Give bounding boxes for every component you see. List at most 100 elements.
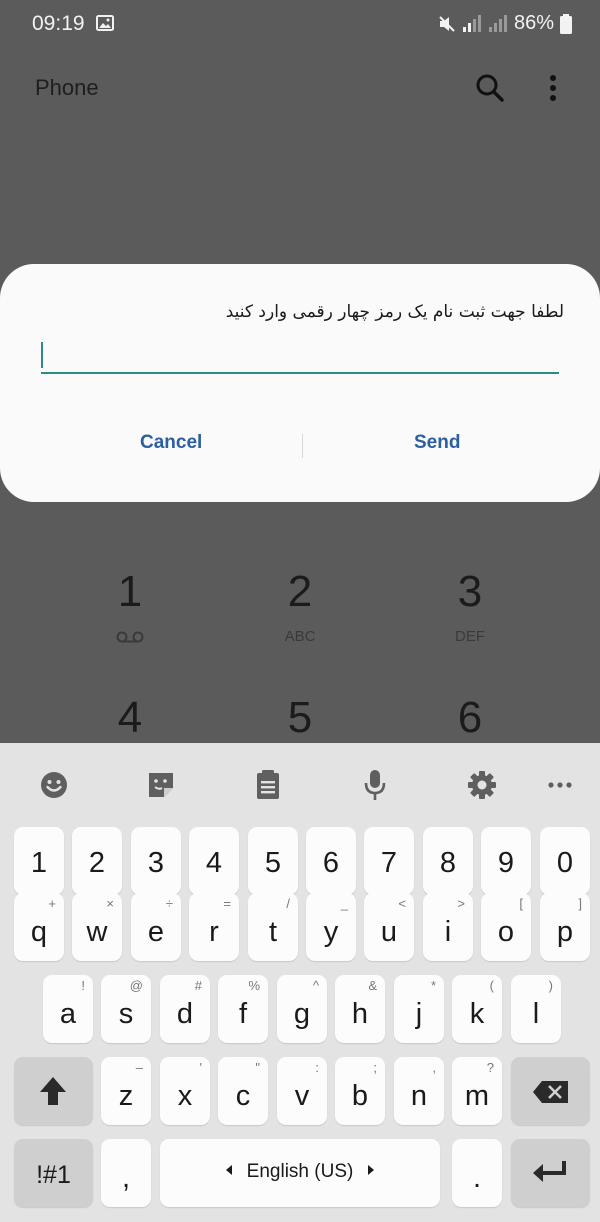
dialpad-key-3[interactable]: 3 DEF <box>410 567 530 646</box>
key-hint: = <box>223 896 231 911</box>
dialpad-key-6[interactable]: 6 <box>410 694 530 742</box>
key-hint: < <box>398 896 406 911</box>
key-r[interactable]: = r <box>189 893 239 961</box>
key-hint: * <box>430 978 436 993</box>
key-4[interactable]: 4 <box>189 827 239 895</box>
key-label: 9 <box>497 847 515 879</box>
dialpad-digit: 3 <box>457 567 483 616</box>
dialpad-key-2[interactable]: 2 ABC <box>240 567 360 646</box>
key-n[interactable]: ,n <box>394 1057 444 1125</box>
sticker-icon[interactable] <box>141 767 181 803</box>
key-label: 5 <box>264 847 282 879</box>
key-label: 4 <box>205 847 223 879</box>
key-p[interactable]: ] p <box>540 893 590 961</box>
key-l[interactable]: ) l <box>511 975 561 1043</box>
key-0[interactable]: 0 <box>540 827 590 895</box>
symbols-key[interactable]: !#1 <box>14 1139 93 1207</box>
key-e[interactable]: ÷ e <box>131 893 181 961</box>
key-w[interactable]: × w <box>72 893 122 961</box>
key-f[interactable]: % f <box>218 975 268 1043</box>
key-o[interactable]: [o <box>481 893 531 961</box>
key-hint: ^ <box>312 978 319 993</box>
more-vertical-icon[interactable] <box>538 72 568 104</box>
key-label: d <box>176 998 194 1030</box>
key-label: v <box>294 1080 310 1112</box>
enter-key[interactable] <box>511 1139 590 1207</box>
key-label: q <box>30 916 48 948</box>
dialpad-key-1[interactable]: 1 <box>70 568 190 644</box>
pin-input[interactable] <box>41 338 559 374</box>
key-label: y <box>323 916 339 948</box>
key-label: l <box>532 998 540 1030</box>
key-v[interactable]: :v <box>277 1057 327 1125</box>
key-j[interactable]: * j <box>394 975 444 1043</box>
key-k[interactable]: (k <box>452 975 502 1043</box>
key-label: j <box>415 998 423 1030</box>
input-dialog: لطفا جهت ثبت نام یک رمز چهار رقمی وارد ک… <box>0 264 600 502</box>
key-5[interactable]: 5 <box>248 827 298 895</box>
key-g[interactable]: ^ g <box>277 975 327 1043</box>
dialpad-key-4[interactable]: 4 <box>70 694 190 742</box>
key-label: 7 <box>380 847 398 879</box>
key-c[interactable]: " c <box>218 1057 268 1125</box>
comma-key[interactable]: , <box>101 1139 151 1207</box>
key-hint: _ <box>340 896 348 911</box>
key-hint: ' <box>199 1060 202 1075</box>
key-t[interactable]: / t <box>248 893 298 961</box>
key-3[interactable]: 3 <box>131 827 181 895</box>
key-h[interactable]: & h <box>335 975 385 1043</box>
dialpad-key-5[interactable]: 5 <box>240 694 360 742</box>
dialpad-digit: 1 <box>117 567 143 616</box>
key-hint: [ <box>519 896 523 911</box>
send-button[interactable]: Send <box>414 432 460 454</box>
key-label: p <box>556 916 574 948</box>
space-language-label: English (US) <box>246 1161 354 1182</box>
key-9[interactable]: 9 <box>481 827 531 895</box>
shift-key[interactable] <box>14 1057 93 1125</box>
status-bar: 09:19 86% <box>0 0 600 48</box>
key-hint: × <box>106 896 114 911</box>
key-hint: / <box>286 896 290 911</box>
search-icon[interactable] <box>474 72 506 104</box>
key-x[interactable]: ' x <box>160 1057 210 1125</box>
settings-icon[interactable] <box>462 767 502 803</box>
dialpad-digit: 4 <box>117 693 143 742</box>
key-label: a <box>59 998 77 1030</box>
period-key[interactable]: . <box>452 1139 502 1207</box>
dialpad-digit: 2 <box>287 567 313 616</box>
clipboard-icon[interactable] <box>248 767 288 803</box>
key-label: n <box>410 1080 428 1112</box>
space-key[interactable]: English (US) <box>160 1139 440 1207</box>
key-6[interactable]: 6 <box>306 827 356 895</box>
key-d[interactable]: # d <box>160 975 210 1043</box>
key-label: b <box>351 1080 369 1112</box>
key-1[interactable]: 1 <box>14 827 64 895</box>
key-hint: % <box>248 978 260 993</box>
key-z[interactable]: – z <box>101 1057 151 1125</box>
status-time: 09:19 <box>32 12 85 35</box>
key-i[interactable]: > i <box>423 893 473 961</box>
key-b[interactable]: ; b <box>335 1057 385 1125</box>
backspace-key[interactable] <box>511 1057 590 1125</box>
key-hint: ) <box>548 978 553 993</box>
key-m[interactable]: ? m <box>452 1057 502 1125</box>
microphone-icon[interactable] <box>355 767 395 803</box>
key-u[interactable]: < u <box>364 893 414 961</box>
key-y[interactable]: _ y <box>306 893 356 961</box>
key-label: r <box>209 916 219 948</box>
key-hint: + <box>48 896 56 911</box>
key-8[interactable]: 8 <box>423 827 473 895</box>
key-hint: # <box>194 978 202 993</box>
button-divider <box>302 434 303 458</box>
more-horizontal-icon[interactable] <box>540 767 580 803</box>
mute-icon <box>439 15 455 32</box>
key-a[interactable]: ! a <box>43 975 93 1043</box>
key-s[interactable]: @ s <box>101 975 151 1043</box>
cancel-button[interactable]: Cancel <box>140 432 202 454</box>
key-q[interactable]: + q <box>14 893 64 961</box>
key-7[interactable]: 7 <box>364 827 414 895</box>
key-hint: ] <box>578 896 582 911</box>
emoji-icon[interactable] <box>34 767 74 803</box>
key-2[interactable]: 2 <box>72 827 122 895</box>
key-label: c <box>235 1080 251 1112</box>
